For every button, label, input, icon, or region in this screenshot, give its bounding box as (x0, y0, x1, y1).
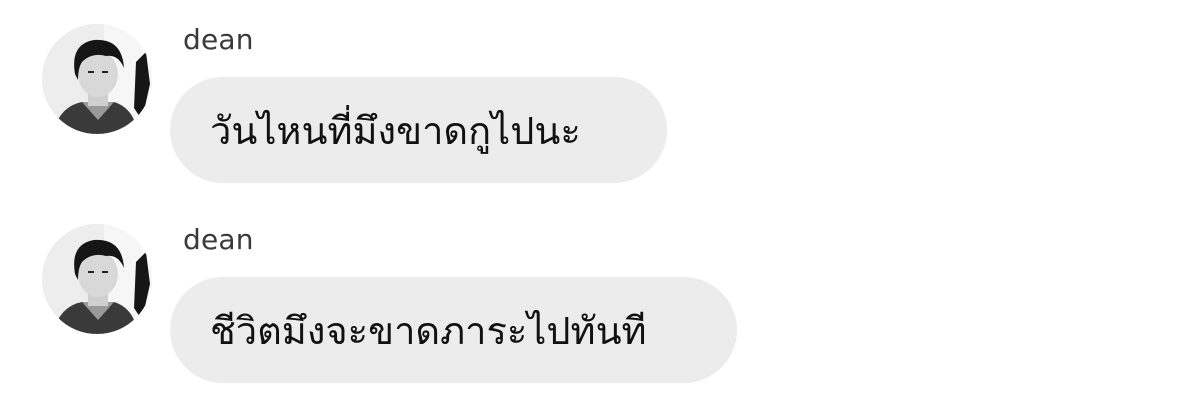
message-bubble[interactable]: ชีวิตมึงจะขาดภาระไปทันที (170, 277, 737, 383)
sender-name: dean (183, 23, 254, 56)
avatar-photo-icon (42, 224, 152, 334)
message-bubble[interactable]: วันไหนที่มึงขาดกูไปนะ (170, 77, 667, 183)
avatar-photo-icon (42, 24, 152, 134)
chat-message: dean ชีวิตมึงจะขาดภาระไปทันที (0, 222, 1200, 412)
message-text: วันไหนที่มึงขาดกูไปนะ (210, 108, 581, 153)
message-text: ชีวิตมึงจะขาดภาระไปทันที (210, 308, 647, 353)
sender-name: dean (183, 223, 254, 256)
chat-thread: dean วันไหนที่มึงขาดกูไปนะ dean ชีวิตมึง… (0, 0, 1200, 418)
chat-message: dean วันไหนที่มึงขาดกูไปนะ (0, 22, 1200, 212)
avatar[interactable] (42, 224, 152, 334)
avatar[interactable] (42, 24, 152, 134)
